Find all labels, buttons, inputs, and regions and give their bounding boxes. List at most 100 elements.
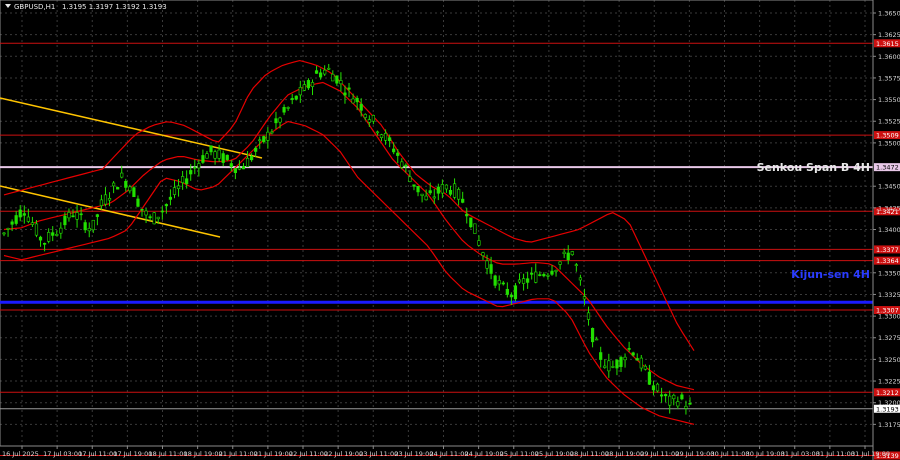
candle-body bbox=[201, 155, 205, 163]
candle-body bbox=[140, 208, 144, 211]
candle-body bbox=[6, 228, 10, 230]
candle-body bbox=[586, 312, 591, 320]
candle-body bbox=[116, 187, 120, 190]
candle-body bbox=[383, 133, 388, 141]
price-tick-label: 1.3250 bbox=[878, 356, 900, 364]
candle-body bbox=[26, 216, 30, 222]
candle-body bbox=[558, 261, 562, 265]
candle-body bbox=[396, 152, 400, 156]
price-chart: 1.36151.35091.34721.34211.33771.33641.33… bbox=[0, 0, 900, 460]
candle-body bbox=[124, 181, 128, 188]
candle-body bbox=[363, 114, 367, 118]
candle-body bbox=[213, 151, 217, 159]
candle-body bbox=[680, 394, 684, 400]
time-tick-label: 21 Jul 19:00 bbox=[254, 450, 293, 458]
candle-body bbox=[310, 82, 315, 87]
candle-body bbox=[286, 107, 290, 109]
price-tick-label: 1.3650 bbox=[878, 9, 900, 17]
candle-body bbox=[306, 80, 311, 89]
time-tick-label: 23 Jul 11:00 bbox=[359, 450, 398, 458]
candle-body bbox=[400, 161, 404, 168]
price-tick-label: 1.3550 bbox=[878, 96, 900, 104]
time-tick-label: 31 Jul 03:00 bbox=[781, 450, 820, 458]
candle-body bbox=[570, 251, 574, 256]
candle-body bbox=[550, 270, 554, 275]
candle-body bbox=[566, 252, 570, 261]
time-tick-label: 24 Jul 11:00 bbox=[430, 450, 469, 458]
kijun-sen-label: Kijun-sen 4H bbox=[791, 268, 870, 281]
candle-body bbox=[347, 87, 351, 90]
time-tick-label: 29 Jul 11:00 bbox=[640, 450, 679, 458]
candle-body bbox=[530, 272, 534, 275]
candle-body bbox=[599, 352, 603, 360]
candle-body bbox=[526, 278, 530, 283]
candle-body bbox=[416, 186, 420, 193]
candle-body bbox=[375, 131, 380, 134]
time-tick-label: 17 Jul 11:00 bbox=[78, 450, 117, 458]
time-tick-label: 17 Jul 19:00 bbox=[113, 450, 152, 458]
candle-body bbox=[160, 210, 164, 213]
candle-body bbox=[635, 358, 639, 361]
candle-body bbox=[38, 236, 43, 241]
candle-body bbox=[294, 95, 298, 100]
candle-body bbox=[99, 199, 104, 206]
candle-body bbox=[193, 166, 197, 169]
time-tick-label: 30 Jul 19:00 bbox=[746, 450, 785, 458]
candle-body bbox=[627, 348, 631, 350]
candle-body bbox=[331, 73, 335, 82]
candle-body bbox=[684, 405, 688, 409]
candle-body bbox=[229, 163, 233, 168]
time-tick-label: 31 Jul 11:00 bbox=[816, 450, 855, 458]
level-price-label: 1.3615 bbox=[876, 40, 899, 48]
candle-body bbox=[314, 70, 319, 74]
candle-body bbox=[355, 97, 359, 103]
time-tick-label: 18 Jul 19:00 bbox=[184, 450, 223, 458]
time-tick-label: 24 Jul 19:00 bbox=[465, 450, 504, 458]
candle-body bbox=[270, 131, 274, 134]
price-tick-label: 1.3400 bbox=[878, 226, 900, 234]
level-price-label: 1.3472 bbox=[876, 164, 899, 172]
candle-body bbox=[245, 158, 250, 167]
candle-body bbox=[595, 338, 599, 341]
candle-body bbox=[55, 234, 59, 236]
symbol-label: GBPUSD,H1 bbox=[14, 3, 55, 11]
candle-body bbox=[436, 186, 440, 194]
candle-body bbox=[22, 213, 26, 216]
candle-body bbox=[631, 352, 635, 356]
candle-body bbox=[176, 185, 181, 189]
candle-body bbox=[643, 365, 647, 370]
price-tick-label: 1.3500 bbox=[878, 139, 900, 147]
time-tick-label: 31 Jul 19:00 bbox=[851, 450, 890, 458]
price-tick-label: 1.3625 bbox=[878, 31, 900, 39]
candle-body bbox=[672, 394, 676, 400]
time-tick-label: 18 Jul 11:00 bbox=[149, 450, 188, 458]
candle-body bbox=[111, 182, 116, 187]
candle-body bbox=[233, 168, 237, 174]
candle-body bbox=[590, 328, 595, 343]
candle-body bbox=[440, 184, 444, 194]
candle-body bbox=[221, 153, 225, 163]
time-tick-label: 30 Jul 11:00 bbox=[711, 450, 750, 458]
senkou-span-label: Senkou Span B 4H bbox=[757, 161, 870, 174]
level-price-label: 1.3212 bbox=[876, 389, 899, 397]
candle-body bbox=[408, 176, 412, 182]
candle-body bbox=[302, 84, 306, 91]
candle-body bbox=[67, 212, 71, 219]
candle-body bbox=[388, 137, 392, 142]
candle-body bbox=[501, 282, 505, 285]
candle-body bbox=[128, 186, 132, 192]
candle-body bbox=[639, 357, 643, 369]
candle-body bbox=[266, 131, 270, 141]
candle-body bbox=[181, 176, 185, 183]
candle-body bbox=[651, 385, 656, 391]
candle-body bbox=[343, 92, 347, 96]
candle-body bbox=[10, 221, 14, 225]
candle-body bbox=[452, 183, 457, 198]
time-tick-label: 28 Jul 19:00 bbox=[605, 450, 644, 458]
candle-body bbox=[517, 279, 522, 283]
candle-body bbox=[664, 394, 668, 397]
candle-body bbox=[34, 223, 39, 236]
candle-body bbox=[95, 214, 99, 217]
candle-body bbox=[30, 222, 35, 225]
candle-body bbox=[582, 296, 587, 300]
